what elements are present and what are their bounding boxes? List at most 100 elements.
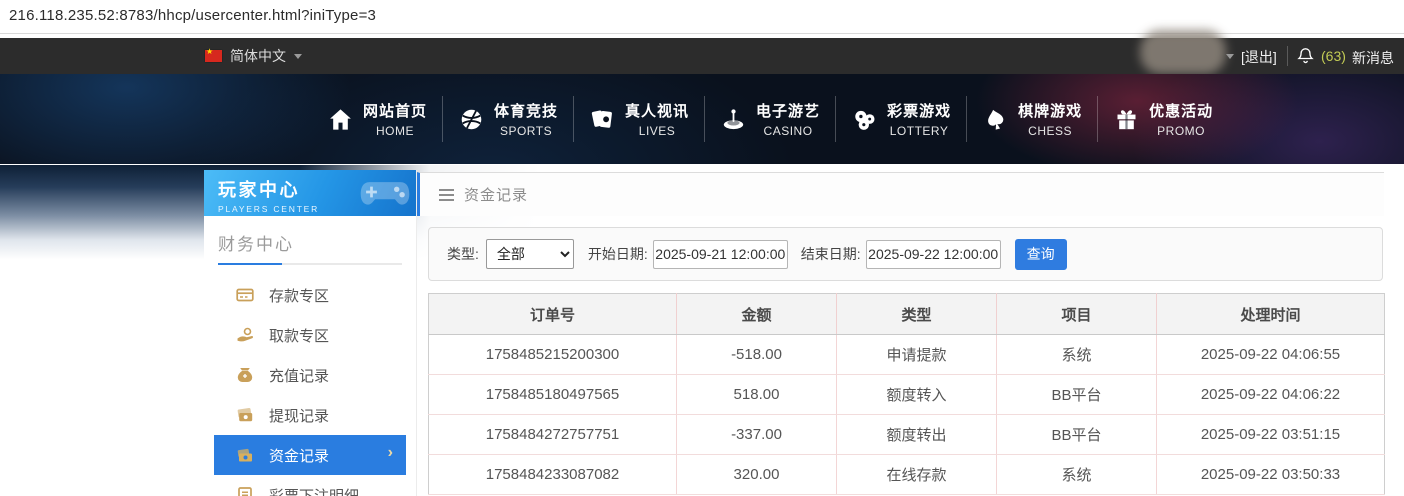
table-header-row: 订单号 金额 类型 项目 处理时间 <box>428 293 1385 335</box>
cell-order-no: 1758485180497565 <box>428 374 677 415</box>
spade-icon <box>982 106 1009 133</box>
section-underline <box>218 263 402 265</box>
gamepad-icon <box>358 173 412 216</box>
cell-process-time: 2025-09-22 04:06:22 <box>1156 374 1385 415</box>
nav-promo-zh: 优惠活动 <box>1149 103 1214 120</box>
funds-records-table: 订单号 金额 类型 项目 处理时间 1758485215200300 -518.… <box>428 293 1385 495</box>
language-selector[interactable]: ★ 简体中文 <box>205 38 302 74</box>
end-date-input[interactable] <box>865 239 1001 269</box>
nav-lives-en: LIVES <box>638 124 676 138</box>
sidebar-menu: 存款专区 取款专区 充值记录 提现记录 资金记录 › 彩票下注明细 <box>204 275 416 496</box>
china-flag-icon: ★ <box>205 47 222 62</box>
deposit-card-icon <box>235 285 255 305</box>
nav-lives[interactable]: 真人视讯 LIVES <box>574 100 704 138</box>
playing-cards-icon <box>589 106 616 133</box>
start-date-input[interactable] <box>652 239 788 269</box>
nav-home-zh: 网站首页 <box>363 103 428 120</box>
cell-amount: -518.00 <box>676 334 837 375</box>
chevron-right-icon: › <box>387 444 393 461</box>
cell-project: BB平台 <box>996 374 1157 415</box>
page-title: 资金记录 <box>464 187 529 204</box>
col-project: 项目 <box>996 293 1157 335</box>
cell-project: 系统 <box>996 454 1157 495</box>
nav-chess[interactable]: 棋牌游戏 CHESS <box>967 100 1097 138</box>
cell-order-no: 1758484272757751 <box>428 414 677 455</box>
start-date-label: 开始日期: <box>587 246 648 262</box>
sidebar-item-label: 取款专区 <box>269 327 330 345</box>
main-navbar: 网站首页 HOME 体育竞技 SPORTS 真人视讯 LIVES 电子游艺 CA… <box>0 74 1404 164</box>
cell-order-no: 1758484233087082 <box>428 454 677 495</box>
col-type: 类型 <box>836 293 997 335</box>
document-icon <box>235 485 255 496</box>
search-button[interactable]: 查询 <box>1014 238 1067 270</box>
type-select[interactable]: 全部 <box>485 239 574 269</box>
cell-type: 在线存款 <box>836 454 997 495</box>
nav-casino[interactable]: 电子游艺 CASINO <box>705 100 835 138</box>
sidebar-item-withdrawal-records[interactable]: 提现记录 <box>214 395 406 435</box>
sidebar-header: 玩家中心 PLAYERS CENTER <box>204 170 416 216</box>
browser-chrome: 216.118.235.52:8783/hhcp/usercenter.html… <box>0 0 1404 34</box>
home-icon <box>327 106 354 133</box>
col-process-time: 处理时间 <box>1156 293 1385 335</box>
username-blurred[interactable] <box>1140 30 1226 74</box>
nav-sports-en: SPORTS <box>499 124 553 138</box>
funds-record-icon <box>235 445 255 465</box>
user-chevron-down-icon[interactable] <box>1226 54 1234 59</box>
cell-project: 系统 <box>996 334 1157 375</box>
table-row: 1758485180497565 518.00 额度转入 BB平台 2025-0… <box>428 374 1385 415</box>
sidebar-item-label: 提现记录 <box>269 407 330 425</box>
nav-lives-zh: 真人视讯 <box>625 103 690 120</box>
nav-chess-zh: 棋牌游戏 <box>1018 103 1083 120</box>
nav-home[interactable]: 网站首页 HOME <box>312 100 442 138</box>
browser-address-bar[interactable]: 216.118.235.52:8783/hhcp/usercenter.html… <box>0 0 1404 24</box>
sidebar-item-label: 彩票下注明细 <box>269 487 360 496</box>
sidebar-item-lottery-bet-details[interactable]: 彩票下注明细 <box>214 475 406 496</box>
sidebar-item-label: 充值记录 <box>269 367 330 385</box>
money-bag-icon <box>235 365 255 385</box>
col-amount: 金额 <box>676 293 837 335</box>
cell-project: BB平台 <box>996 414 1157 455</box>
nav-list: 网站首页 HOME 体育竞技 SPORTS 真人视讯 LIVES 电子游艺 CA… <box>312 74 1228 164</box>
bell-icon[interactable] <box>1296 46 1315 65</box>
cell-amount: 518.00 <box>676 374 837 415</box>
sidebar-item-recharge-records[interactable]: 充值记录 <box>214 355 406 395</box>
sidebar-item-label: 资金记录 <box>269 447 330 465</box>
cell-process-time: 2025-09-22 03:50:33 <box>1156 454 1385 495</box>
nav-sports-zh: 体育竞技 <box>494 103 559 120</box>
filter-panel: 类型: 全部 开始日期: 结束日期: 查询 <box>428 227 1383 281</box>
nav-chess-en: CHESS <box>1028 124 1072 138</box>
topbar-divider <box>1287 46 1288 66</box>
sidebar-item-withdraw-zone[interactable]: 取款专区 <box>214 315 406 355</box>
new-messages-link[interactable]: 新消息 <box>1352 48 1394 68</box>
type-label: 类型: <box>447 246 479 262</box>
roulette-icon <box>720 106 747 133</box>
finance-section-title: 财务中心 <box>218 235 294 254</box>
col-order-no: 订单号 <box>428 293 677 335</box>
cell-amount: -337.00 <box>676 414 837 455</box>
gift-icon <box>1113 106 1140 133</box>
account-topbar: ★ 简体中文 [退出] (63) 新消息 <box>0 30 1404 74</box>
logout-link[interactable]: [退出] <box>1241 47 1277 67</box>
cell-order-no: 1758485215200300 <box>428 334 677 375</box>
sidebar-item-deposit-zone[interactable]: 存款专区 <box>214 275 406 315</box>
main-content: 类型: 全部 开始日期: 结束日期: 查询 订单号 金额 类型 项目 处理时间 <box>428 227 1385 495</box>
nav-home-en: HOME <box>376 124 414 138</box>
sidebar-item-funds-records[interactable]: 资金记录 › <box>214 435 406 475</box>
menu-toggle-icon[interactable] <box>439 188 454 201</box>
nav-promo[interactable]: 优惠活动 PROMO <box>1098 100 1228 138</box>
player-center-sidebar: 玩家中心 PLAYERS CENTER 财务中心 存款专区 取款专区 充值记录 … <box>204 170 417 496</box>
cell-process-time: 2025-09-22 03:51:15 <box>1156 414 1385 455</box>
lottery-balls-icon <box>851 106 878 133</box>
cell-type: 额度转出 <box>836 414 997 455</box>
nav-casino-zh: 电子游艺 <box>756 103 821 120</box>
message-count[interactable]: (63) <box>1321 48 1346 64</box>
cell-type: 申请提款 <box>836 334 997 375</box>
nav-lottery[interactable]: 彩票游戏 LOTTERY <box>836 100 966 138</box>
nav-lottery-zh: 彩票游戏 <box>887 103 952 120</box>
table-row: 1758485215200300 -518.00 申请提款 系统 2025-09… <box>428 334 1385 375</box>
hand-coin-icon <box>235 325 255 345</box>
page: 216.118.235.52:8783/hhcp/usercenter.html… <box>0 0 1404 496</box>
language-label: 简体中文 <box>230 48 286 64</box>
nav-sports[interactable]: 体育竞技 SPORTS <box>443 100 573 138</box>
finance-section: 财务中心 <box>204 216 416 265</box>
